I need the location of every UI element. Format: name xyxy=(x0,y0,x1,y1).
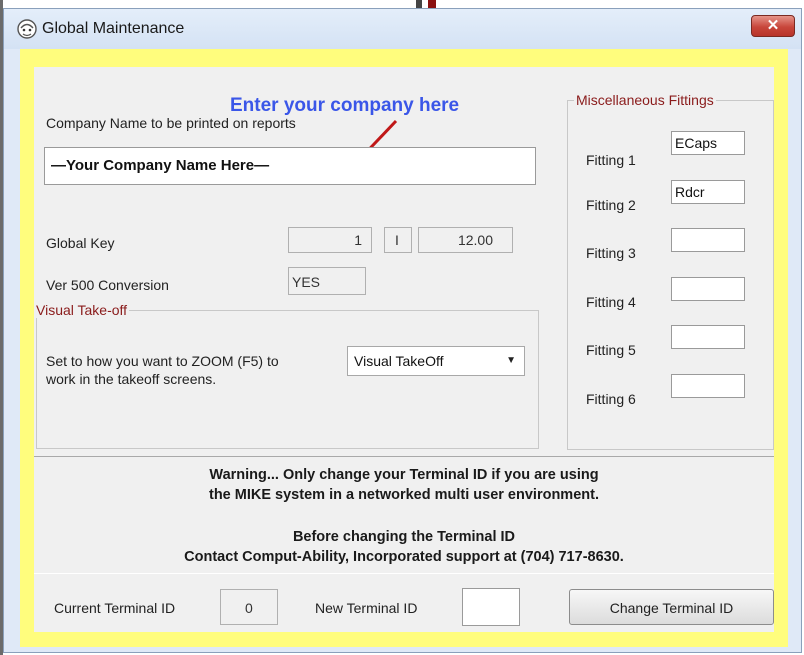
close-icon: ✕ xyxy=(766,17,780,34)
fitting-1-label: Fitting 1 xyxy=(586,152,636,168)
company-name-input[interactable]: —Your Company Name Here— xyxy=(44,147,536,185)
company-name-label: Company Name to be printed on reports xyxy=(46,115,296,131)
fitting-4-label: Fitting 4 xyxy=(586,294,636,310)
visual-takeoff-selected: Visual TakeOff xyxy=(354,353,444,369)
title-bar[interactable]: Global Maintenance ✕ xyxy=(4,9,801,49)
visual-takeoff-description-1: Set to how you want to ZOOM (F5) to xyxy=(46,353,279,369)
warning-line-2: the MIKE system in a networked multi use… xyxy=(209,487,599,503)
fitting-2-value: Rdcr xyxy=(675,184,705,200)
ver500-value: YES xyxy=(292,274,321,290)
fitting-4-input[interactable] xyxy=(671,277,745,301)
global-key-field-1: 1 xyxy=(288,227,372,253)
misc-fittings-legend: Miscellaneous Fittings xyxy=(574,92,716,108)
dialog-client-area: Enter your company here Company Name to … xyxy=(20,49,788,647)
global-maintenance-dialog: Global Maintenance ✕ Enter your company … xyxy=(3,8,802,653)
warning-line-1: Warning... Only change your Terminal ID … xyxy=(209,467,599,483)
warning-line-4: Contact Comput-Ability, Incorporated sup… xyxy=(184,549,624,565)
current-terminal-value: 0 xyxy=(245,600,253,616)
current-terminal-label: Current Terminal ID xyxy=(54,600,176,616)
app-icon xyxy=(17,19,37,39)
fitting-6-label: Fitting 6 xyxy=(586,391,636,407)
fitting-2-input[interactable]: Rdcr xyxy=(671,180,745,204)
fitting-2-label: Fitting 2 xyxy=(586,197,636,213)
close-button[interactable]: ✕ xyxy=(751,15,795,37)
visual-takeoff-select[interactable]: Visual TakeOff ▼ xyxy=(347,346,525,376)
main-panel: Enter your company here Company Name to … xyxy=(34,67,774,632)
global-key-field-3: 12.00 xyxy=(418,227,513,253)
visual-takeoff-description-2: work in the takeoff screens. xyxy=(46,371,217,387)
current-terminal-field: 0 xyxy=(220,589,278,625)
fitting-5-label: Fitting 5 xyxy=(586,342,636,358)
change-terminal-id-label: Change Terminal ID xyxy=(609,600,734,616)
fitting-6-input[interactable] xyxy=(671,374,745,398)
warning-box: Warning... Only change your Terminal ID … xyxy=(34,456,774,574)
global-key-field-2: I xyxy=(384,227,412,253)
background-window-fragment xyxy=(416,0,446,8)
visual-takeoff-legend: Visual Take-off xyxy=(34,302,130,318)
fitting-3-label: Fitting 3 xyxy=(586,245,636,261)
company-name-value: —Your Company Name Here— xyxy=(51,157,270,174)
window-title: Global Maintenance xyxy=(42,20,185,37)
new-terminal-label: New Terminal ID xyxy=(315,600,418,616)
ver500-label: Ver 500 Conversion xyxy=(46,277,169,293)
annotation-text: Enter your company here xyxy=(230,95,460,116)
fitting-3-input[interactable] xyxy=(671,228,745,252)
fitting-1-input[interactable]: ECaps xyxy=(671,131,745,155)
ver500-field: YES xyxy=(288,267,366,295)
warning-line-3: Before changing the Terminal ID xyxy=(292,529,516,545)
new-terminal-input[interactable] xyxy=(462,588,520,626)
fitting-1-value: ECaps xyxy=(675,135,718,151)
global-key-value-2: I xyxy=(395,232,399,248)
global-key-value-3: 12.00 xyxy=(457,232,493,248)
global-key-value-1: 1 xyxy=(354,232,362,248)
global-key-label: Global Key xyxy=(46,235,115,251)
change-terminal-id-button[interactable]: Change Terminal ID xyxy=(569,589,774,625)
fitting-5-input[interactable] xyxy=(671,325,745,349)
dropdown-arrow-icon: ▼ xyxy=(506,355,516,366)
